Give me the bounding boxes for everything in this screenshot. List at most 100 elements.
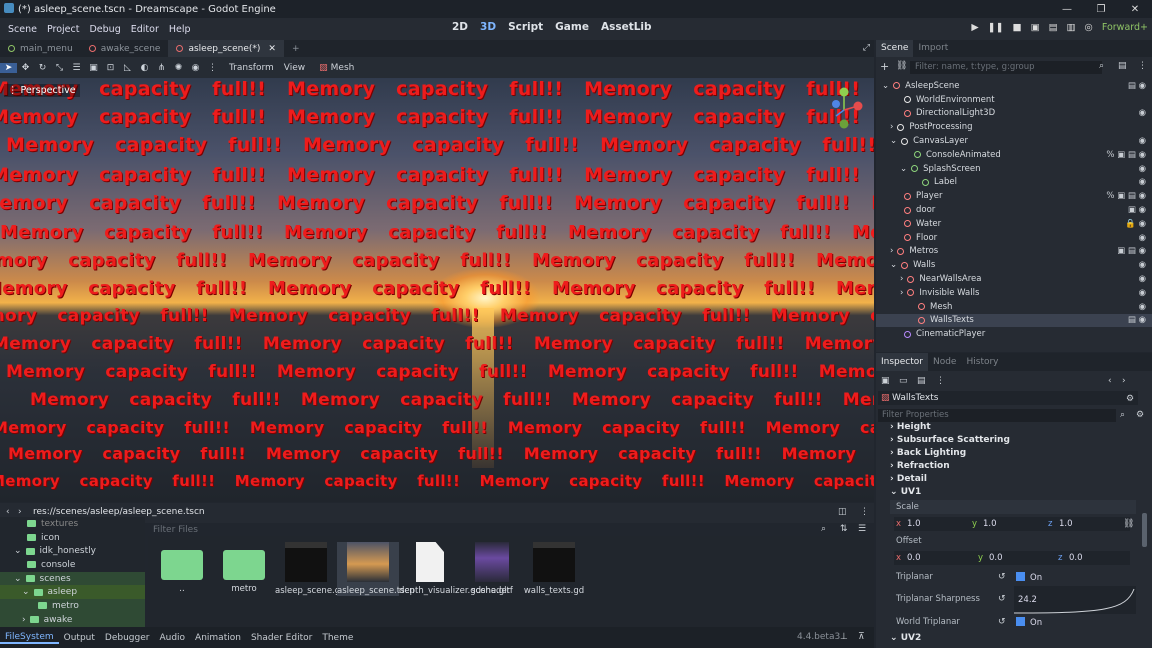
tree-item-awake[interactable]: › awake: [0, 612, 145, 627]
node-status-icons[interactable]: 🔒 ◉: [1125, 219, 1146, 229]
tree-item-icon[interactable]: icon: [0, 531, 145, 545]
play-custom-icon[interactable]: ▥: [1067, 22, 1076, 33]
sort-icon[interactable]: ⇅: [840, 524, 848, 534]
file-depth-visualizer[interactable]: depth_visualizer.gdshader: [399, 542, 510, 596]
file-scene-gltf[interactable]: scene.gltf: [461, 542, 523, 596]
menu-help[interactable]: Help: [164, 24, 196, 35]
node-status-icons[interactable]: ▣ ▤ ◉: [1117, 246, 1146, 256]
maximize-icon[interactable]: ❐: [1084, 4, 1118, 15]
section-uv2[interactable]: ⌄ UV2: [890, 633, 921, 643]
play-scene-icon[interactable]: ▤: [1049, 22, 1058, 33]
ruler-icon[interactable]: ◺: [119, 63, 136, 73]
save-icon[interactable]: ▤: [917, 376, 926, 386]
scene-node-worldenvironment[interactable]: WorldEnvironment: [876, 93, 1152, 107]
workspace-2d[interactable]: 2D: [452, 21, 468, 33]
node-status-icons[interactable]: ◉: [1139, 260, 1146, 270]
update-spinner-icon[interactable]: ⊥: [840, 632, 848, 642]
world-triplanar-checkbox[interactable]: On: [1016, 617, 1042, 628]
scene-node-splashscreen[interactable]: ⌄ SplashScreen ◉: [876, 162, 1152, 176]
tab-theme[interactable]: Theme: [317, 633, 358, 643]
history-forward-icon[interactable]: ›: [1122, 376, 1126, 386]
scene-node-walls[interactable]: ⌄ Walls ◉: [876, 258, 1152, 272]
close-icon[interactable]: ✕: [1118, 4, 1152, 15]
node-status-icons[interactable]: ◉: [1139, 233, 1146, 243]
tree-item-asleep[interactable]: ⌄ asleep: [0, 585, 145, 600]
scene-node-water[interactable]: Water 🔒 ◉: [876, 217, 1152, 231]
scene-node-invisible-walls[interactable]: › Invisible Walls ◉: [876, 286, 1152, 300]
filter-properties-input[interactable]: Filter Properties: [878, 409, 1116, 422]
offset-y[interactable]: 0.0: [989, 553, 1003, 563]
scale-tool-icon[interactable]: ⤡: [51, 63, 68, 73]
fs-more-icon[interactable]: ⋮: [860, 507, 869, 517]
node-status-icons[interactable]: ◉: [1139, 274, 1146, 284]
perspective-menu[interactable]: ⋮ Perspective: [4, 84, 80, 97]
inspector-scrollbar[interactable]: [1142, 513, 1147, 547]
scene-node-mesh[interactable]: Mesh ◉: [876, 300, 1152, 314]
link-icon[interactable]: ⛓: [896, 61, 907, 71]
local-space-icon[interactable]: ◐: [136, 63, 153, 73]
tab-history[interactable]: History: [961, 353, 1003, 371]
minimize-icon[interactable]: —: [1050, 4, 1084, 15]
tab-output[interactable]: Output: [59, 633, 100, 643]
scene-node-nearwallsarea[interactable]: › NearWallsArea ◉: [876, 272, 1152, 286]
section-back-lighting[interactable]: › Back Lighting: [890, 448, 966, 458]
expand-arrow-icon[interactable]: ⌄: [890, 136, 897, 146]
node-status-icons[interactable]: % ▣ ▤ ◉: [1106, 150, 1146, 160]
scene-node-directionallight3d[interactable]: DirectionalLight3D ◉: [876, 107, 1152, 121]
new-resource-icon[interactable]: ▣: [881, 376, 890, 386]
mesh-menu[interactable]: Mesh: [331, 63, 355, 73]
file-walls-texts-gd[interactable]: walls_texts.gd: [523, 542, 585, 596]
workspace-assetlib[interactable]: AssetLib: [601, 21, 652, 33]
object-settings-icon[interactable]: ⚙: [1126, 394, 1134, 404]
scene-node-canvaslayer[interactable]: ⌄ CanvasLayer ◉: [876, 134, 1152, 148]
close-tab-icon[interactable]: ✕: [268, 44, 276, 54]
view-menu[interactable]: View: [284, 63, 305, 73]
tree-item-textures[interactable]: textures: [0, 517, 145, 531]
distraction-free-icon[interactable]: ⤢: [863, 43, 870, 53]
tab-filesystem[interactable]: FileSystem: [0, 632, 59, 644]
remote-debug-icon[interactable]: ▣: [1031, 22, 1040, 33]
renderer-select[interactable]: Forward+: [1102, 22, 1148, 33]
movie-maker-icon[interactable]: ◎: [1085, 22, 1093, 33]
split-view-icon[interactable]: ◫: [838, 507, 847, 517]
offset-z[interactable]: 0.0: [1069, 553, 1083, 563]
tab-animation[interactable]: Animation: [190, 633, 246, 643]
tab-debugger[interactable]: Debugger: [100, 633, 155, 643]
environment-preview-icon[interactable]: ◉: [187, 63, 204, 73]
revert-icon[interactable]: ↺: [998, 617, 1006, 627]
scene-node-door[interactable]: door ▣ ◉: [876, 203, 1152, 217]
pause-icon[interactable]: ❚❚: [988, 22, 1004, 33]
tab-inspector[interactable]: Inspector: [876, 353, 928, 371]
expand-arrow-icon[interactable]: ⌄: [890, 260, 897, 270]
tree-item-console[interactable]: console: [0, 558, 145, 572]
add-node-icon[interactable]: +: [880, 60, 889, 73]
scene-node-player[interactable]: Player % ▣ ▤ ◉: [876, 189, 1152, 203]
revert-icon[interactable]: ↺: [998, 572, 1006, 582]
workspace-script[interactable]: Script: [508, 21, 543, 33]
tab-node[interactable]: Node: [928, 353, 962, 371]
search-icon[interactable]: ⌕: [821, 524, 826, 534]
node-status-icons[interactable]: ◉: [1139, 288, 1146, 298]
scale-z[interactable]: 1.0: [1059, 519, 1073, 529]
group-icon[interactable]: ⊡: [102, 63, 119, 73]
lock-icon[interactable]: ▣: [85, 63, 102, 73]
file-asleep-scene-gd[interactable]: asleep_scene.gd: [275, 542, 346, 596]
section-subsurface[interactable]: › Subsurface Scattering: [890, 435, 1010, 445]
scene-node-consoleanimated[interactable]: ConsoleAnimated % ▣ ▤ ◉: [876, 148, 1152, 162]
tab-scene[interactable]: Scene: [876, 40, 914, 57]
filter-files-input[interactable]: Filter Files: [153, 525, 198, 535]
filter-options-icon[interactable]: ⚙: [1136, 410, 1144, 420]
section-refraction[interactable]: › Refraction: [890, 461, 950, 471]
expand-arrow-icon[interactable]: ›: [890, 246, 893, 256]
scene-node-wallstexts[interactable]: WallsTexts ▤ ◉: [876, 313, 1152, 328]
pin-icon[interactable]: ⊼: [858, 632, 865, 642]
expand-arrow-icon[interactable]: ›: [890, 122, 893, 132]
scale-field[interactable]: [894, 517, 1130, 531]
scene-node-postprocessing[interactable]: › PostProcessing: [876, 120, 1152, 134]
scene-filter-input[interactable]: Filter: name, t:type, g:group: [910, 61, 1102, 74]
3d-viewport[interactable]: Memory capacity full!! Memory capacity f…: [0, 78, 874, 502]
play-icon[interactable]: ▶: [971, 22, 978, 33]
file-metro[interactable]: metro: [213, 542, 275, 594]
move-tool-icon[interactable]: ✥: [17, 63, 34, 73]
node-status-icons[interactable]: ▣ ◉: [1128, 205, 1146, 215]
